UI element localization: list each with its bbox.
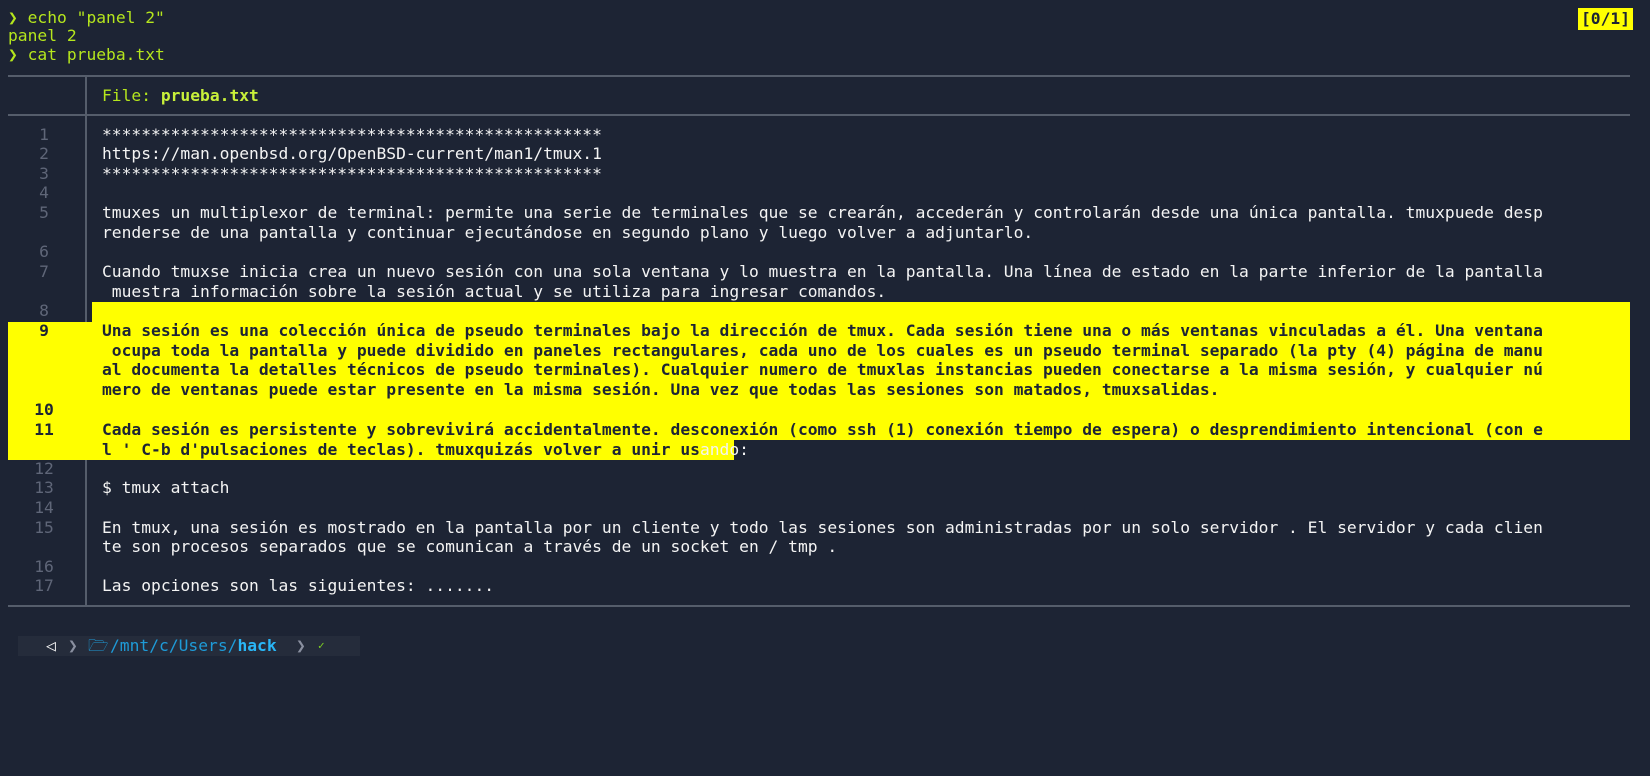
content-line: En tmux, una sesión es mostrado en la pa… [102, 518, 1543, 537]
line-number: 11 [34, 420, 54, 439]
selection-highlight [92, 302, 1630, 322]
content-line: Cada sesión es persistente y sobrevivirá… [102, 420, 1543, 439]
line-number: 1 [39, 125, 49, 144]
chevron-right-icon: ❯ [296, 636, 306, 655]
file-name: prueba.txt [160, 86, 259, 105]
line-number: 7 [39, 262, 49, 281]
line-number: 10 [34, 400, 54, 419]
content-line: tmuxes un multiplexor de terminal: permi… [102, 203, 1543, 222]
content-line: l ' C-b d'pulsaciones de teclas). tmuxqu… [102, 440, 749, 460]
content-line: https://man.openbsd.org/OpenBSD-current/… [102, 144, 602, 163]
content-line: ****************************************… [102, 125, 602, 144]
line-number: 9 [39, 321, 49, 340]
command-text: echo "panel 2" [27, 8, 165, 27]
line-number: 14 [34, 498, 54, 517]
viewer-top-border [8, 75, 1630, 77]
content-line: muestra información sobre la sesión actu… [102, 282, 887, 301]
line-number: 6 [39, 242, 49, 261]
line-number: 5 [39, 203, 49, 222]
prompt-statusbar: ◁ ❯ 🗁 /mnt/c/Users/hack ❯ ✓ [18, 636, 360, 656]
content-line-selected-part: l ' C-b d'pulsaciones de teclas). tmuxqu… [102, 440, 700, 459]
line-number: 4 [39, 183, 49, 202]
folder-icon: 🗁 [88, 636, 109, 655]
line-number: 16 [34, 557, 54, 576]
pane-counter-badge: [0/1] [1578, 8, 1634, 30]
prompt-arrow-icon: ❯ [8, 8, 18, 27]
line-number: 3 [39, 164, 49, 183]
chevron-right-icon: ❯ [68, 636, 78, 655]
line-number: 17 [34, 576, 54, 595]
line-number: 2 [39, 144, 49, 163]
content-line: ****************************************… [102, 164, 602, 183]
line-number: 13 [34, 478, 54, 497]
content-line: Las opciones son las siguientes: ....... [102, 576, 495, 595]
command-line-2: ❯ cat prueba.txt [8, 45, 165, 65]
file-label: File: [102, 86, 161, 105]
content-line-unselected-part: ando: [699, 440, 749, 459]
viewer-bottom-border [8, 605, 1630, 607]
content-line: Cuando tmuxse inicia crea un nuevo sesió… [102, 262, 1543, 281]
current-path: /mnt/c/Users/hack [110, 636, 277, 656]
command-line-1: ❯ echo "panel 2" [8, 8, 165, 28]
content-line: ocupa toda la pantalla y puede dividido … [102, 341, 1543, 360]
command-output: panel 2 [8, 26, 77, 45]
line-number: 12 [34, 459, 54, 478]
content-line: al documenta la detalles técnicos de pse… [102, 360, 1543, 379]
path-current-dir: hack [237, 636, 277, 655]
line-number: 8 [39, 301, 49, 320]
check-icon: ✓ [318, 639, 325, 652]
prompt-arrow-icon: ❯ [8, 45, 18, 64]
viewer-header-border [8, 114, 1630, 116]
command-text: cat prueba.txt [27, 45, 165, 64]
content-line: mero de ventanas puede estar presente en… [102, 380, 1220, 399]
file-header: File: prueba.txt [102, 86, 259, 106]
content-line: renderse de una pantalla y continuar eje… [102, 223, 1034, 242]
line-number: 15 [34, 518, 54, 537]
content-line: te son procesos separados que se comunic… [102, 537, 838, 556]
content-line: Una sesión es una colección única de pse… [102, 321, 1543, 340]
content-line: $ tmux attach [102, 478, 230, 497]
home-icon: ◁ [46, 636, 56, 655]
path-prefix: /mnt/c/Users/ [110, 636, 238, 655]
